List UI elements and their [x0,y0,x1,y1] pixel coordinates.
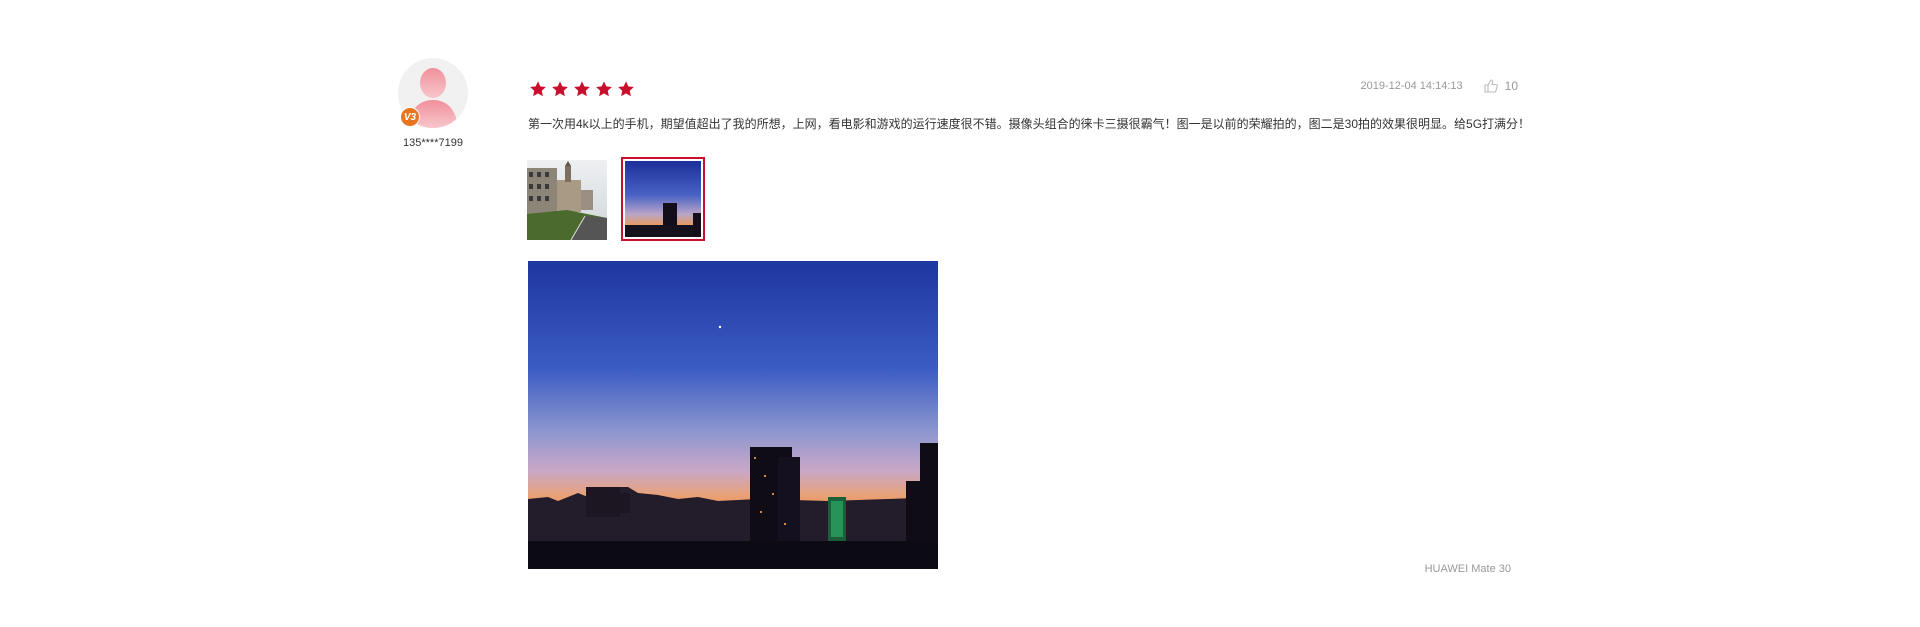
star-icon [596,81,612,97]
star-icon [530,81,546,97]
avatar[interactable]: V3 [398,58,468,128]
like-count: 10 [1504,79,1518,93]
review-text: 第一次用4k以上的手机，期望值超出了我的所想，上网，看电影和游戏的运行速度很不错… [528,117,1531,131]
star-icon [552,81,568,97]
review-meta: 2019-12-04 14:14:13 10 [1360,78,1518,94]
star-icon [574,81,590,97]
thumbnail-photo-1[interactable] [527,160,607,240]
level-badge: V3 [400,107,420,127]
selected-photo[interactable] [528,261,938,569]
rating-stars [529,80,635,98]
thumbnail-photo-2[interactable] [621,157,705,241]
username: 135****7199 [403,137,463,149]
thumbs-up-icon[interactable] [1483,78,1499,94]
review-item: V3 135****7199 2019-12-04 14:14:13 10 第一… [0,0,1920,627]
device-name: HUAWEI Mate 30 [1424,563,1511,575]
review-date: 2019-12-04 14:14:13 [1360,80,1463,92]
star-icon [618,81,634,97]
like-button[interactable]: 10 [1483,78,1518,94]
